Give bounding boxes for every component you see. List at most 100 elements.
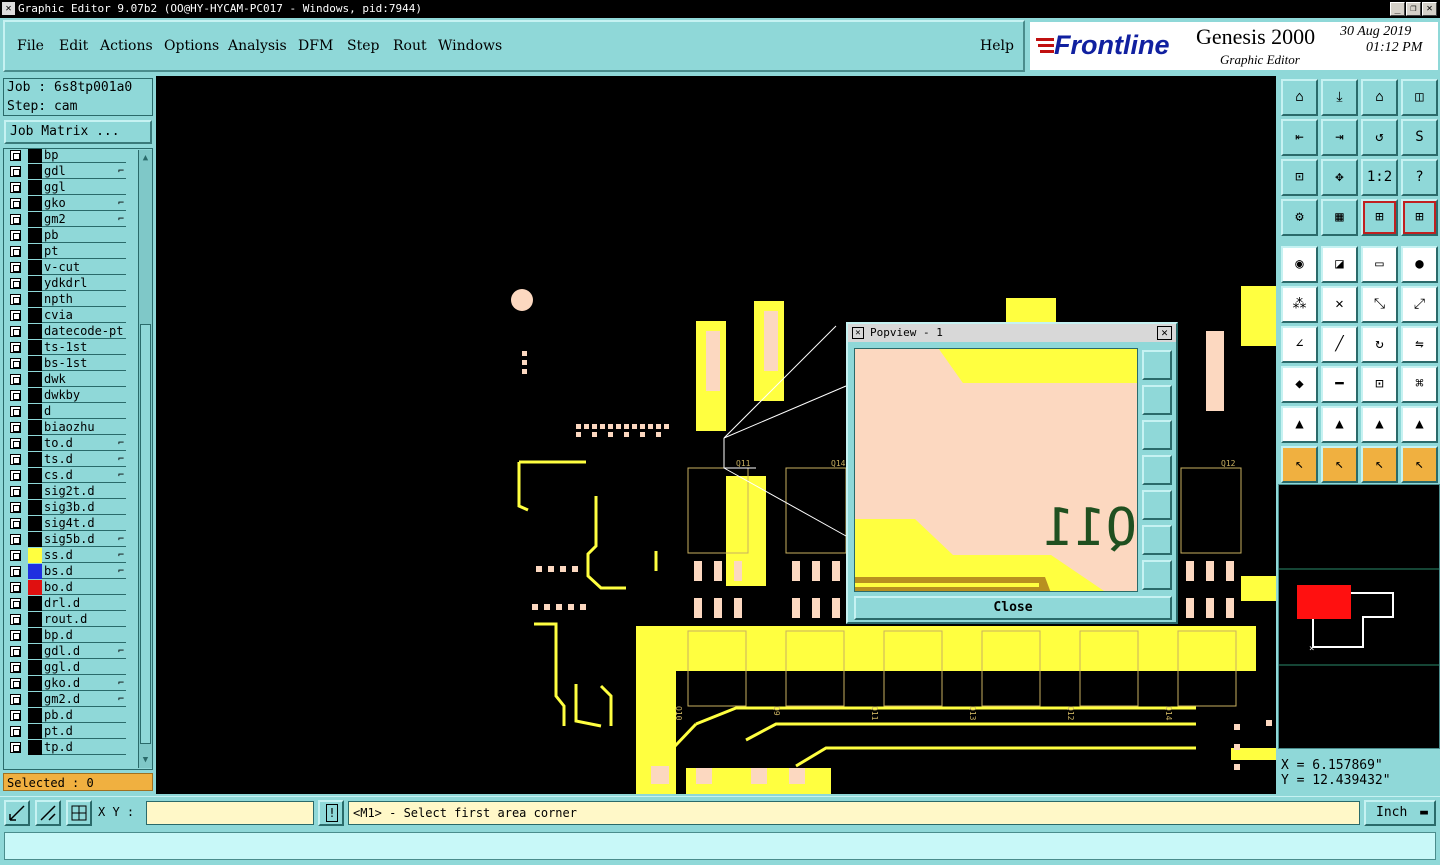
layer-checkbox[interactable] — [10, 598, 21, 609]
layer-checkbox[interactable] — [10, 710, 21, 721]
layer-color-swatch[interactable] — [28, 372, 42, 387]
layer-name[interactable]: sig4t.d — [42, 516, 126, 531]
layer-checkbox[interactable] — [10, 166, 21, 177]
triangle-move-icon[interactable]: ▲ — [1361, 406, 1398, 443]
layer-checkbox[interactable] — [10, 486, 21, 497]
layer-name[interactable]: to.d ⌐ — [42, 436, 126, 451]
layer-color-swatch[interactable] — [28, 308, 42, 323]
shape-icon[interactable]: ⌘ — [1401, 366, 1438, 403]
select-rect-icon[interactable]: ◪ — [1321, 246, 1358, 283]
layer-name[interactable]: dwkby — [42, 388, 126, 403]
layer-color-swatch[interactable] — [28, 612, 42, 627]
pointer-icon[interactable]: ↖ — [1281, 446, 1318, 483]
layer-checkbox[interactable] — [10, 614, 21, 625]
line-icon[interactable]: ╱ — [1321, 326, 1358, 363]
layer-checkbox[interactable] — [10, 438, 21, 449]
layer-name[interactable]: npth — [42, 292, 126, 307]
layer-name[interactable]: gm2 ⌐ — [42, 212, 126, 227]
layer-name[interactable]: v-cut — [42, 260, 126, 275]
xy-input[interactable] — [146, 801, 314, 825]
layer-name[interactable]: gko.d ⌐ — [42, 676, 126, 691]
layer-row[interactable]: pt.d — [4, 723, 128, 739]
menu-file[interactable]: File — [17, 38, 44, 54]
help-icon[interactable]: ? — [1401, 159, 1438, 196]
minimize-button[interactable]: _ — [1390, 2, 1405, 16]
layer-color-swatch[interactable] — [28, 580, 42, 595]
layer-name[interactable]: ggl.d — [42, 660, 126, 675]
zoom-area-icon[interactable] — [4, 800, 30, 826]
layer-name[interactable]: ts-1st — [42, 340, 126, 355]
snake-icon[interactable]: S — [1401, 119, 1438, 156]
layer-color-swatch[interactable] — [28, 244, 42, 259]
layer-color-swatch[interactable] — [28, 660, 42, 675]
layer-row[interactable]: npth — [4, 291, 128, 307]
layer-color-swatch[interactable] — [28, 180, 42, 195]
layer-row[interactable]: pt — [4, 243, 128, 259]
popview-fit-button[interactable] — [1142, 525, 1172, 555]
layer-row[interactable]: to.d ⌐ — [4, 435, 128, 451]
menu-dfm[interactable]: DFM — [298, 38, 333, 54]
popview-title-bar[interactable]: ✕ Popview - 1 ✕ — [848, 324, 1176, 342]
layer-checkbox[interactable] — [10, 262, 21, 273]
layer-row[interactable]: datecode-pt — [4, 323, 128, 339]
layer-checkbox[interactable] — [10, 502, 21, 513]
layer-row[interactable]: cvia — [4, 307, 128, 323]
layer-name[interactable]: bo.d — [42, 580, 126, 595]
move-icon[interactable]: ⤡ — [1361, 286, 1398, 323]
layer-color-swatch[interactable] — [28, 228, 42, 243]
layer-checkbox[interactable] — [10, 454, 21, 465]
layer-row[interactable]: ss.d ⌐ — [4, 547, 128, 563]
layer-row[interactable]: ggl — [4, 179, 128, 195]
pad-icon[interactable]: ● — [1401, 246, 1438, 283]
layer-checkbox[interactable] — [10, 694, 21, 705]
layer-toggle2-icon[interactable]: ⊞ — [1401, 199, 1438, 236]
layer-color-swatch[interactable] — [28, 644, 42, 659]
layer-checkbox[interactable] — [10, 342, 21, 353]
layer-color-swatch[interactable] — [28, 484, 42, 499]
layer-checkbox[interactable] — [10, 150, 21, 161]
layer-row[interactable]: tp.d — [4, 739, 128, 755]
layer-name[interactable]: d — [42, 404, 126, 419]
layer-name[interactable]: cs.d ⌐ — [42, 468, 126, 483]
layer-name[interactable]: bs.d ⌐ — [42, 564, 126, 579]
layer-row[interactable]: pb — [4, 227, 128, 243]
layer-checkbox[interactable] — [10, 246, 21, 257]
layer-checkbox[interactable] — [10, 742, 21, 753]
board-overview[interactable]: × — [1278, 484, 1440, 749]
layer-checkbox[interactable] — [10, 326, 21, 337]
layer-row[interactable]: d — [4, 403, 128, 419]
popview-pan-right-button[interactable] — [1142, 490, 1172, 520]
layer-name[interactable]: gm2.d ⌐ — [42, 692, 126, 707]
layer-color-swatch[interactable] — [28, 276, 42, 291]
layer-color-swatch[interactable] — [28, 468, 42, 483]
job-matrix-button[interactable]: Job Matrix ... — [4, 120, 152, 144]
layer-row[interactable]: dwkby — [4, 387, 128, 403]
layer-checkbox[interactable] — [10, 550, 21, 561]
measure-icon[interactable] — [35, 800, 61, 826]
menu-analysis[interactable]: Analysis — [228, 38, 287, 54]
layer-color-swatch[interactable] — [28, 196, 42, 211]
layer-row[interactable]: gm2.d ⌐ — [4, 691, 128, 707]
layer-name[interactable]: ggl — [42, 180, 126, 195]
info-button[interactable]: ! — [318, 800, 344, 826]
layer-color-swatch[interactable] — [28, 404, 42, 419]
layer-color-swatch[interactable] — [28, 212, 42, 227]
layer-name[interactable]: bp — [42, 149, 126, 163]
layer-row[interactable]: bp.d — [4, 627, 128, 643]
layer-checkbox[interactable] — [10, 470, 21, 481]
mirror-icon[interactable]: ⇋ — [1401, 326, 1438, 363]
popview-pan-left-button[interactable] — [1142, 455, 1172, 485]
layer-checkbox[interactable] — [10, 374, 21, 385]
pointer-circle-icon[interactable]: ↖ — [1361, 446, 1398, 483]
layer-color-swatch[interactable] — [28, 340, 42, 355]
layer-name[interactable]: sig3b.d — [42, 500, 126, 515]
window-split-icon[interactable]: ◫ — [1401, 79, 1438, 116]
layer-color-swatch[interactable] — [28, 532, 42, 547]
layer-checkbox[interactable] — [10, 518, 21, 529]
layer-name[interactable]: gdl.d ⌐ — [42, 644, 126, 659]
layer-checkbox[interactable] — [10, 566, 21, 577]
layer-color-swatch[interactable] — [28, 292, 42, 307]
layer-row[interactable]: bs.d ⌐ — [4, 563, 128, 579]
layer-checkbox[interactable] — [10, 214, 21, 225]
layer-name[interactable]: drl.d — [42, 596, 126, 611]
